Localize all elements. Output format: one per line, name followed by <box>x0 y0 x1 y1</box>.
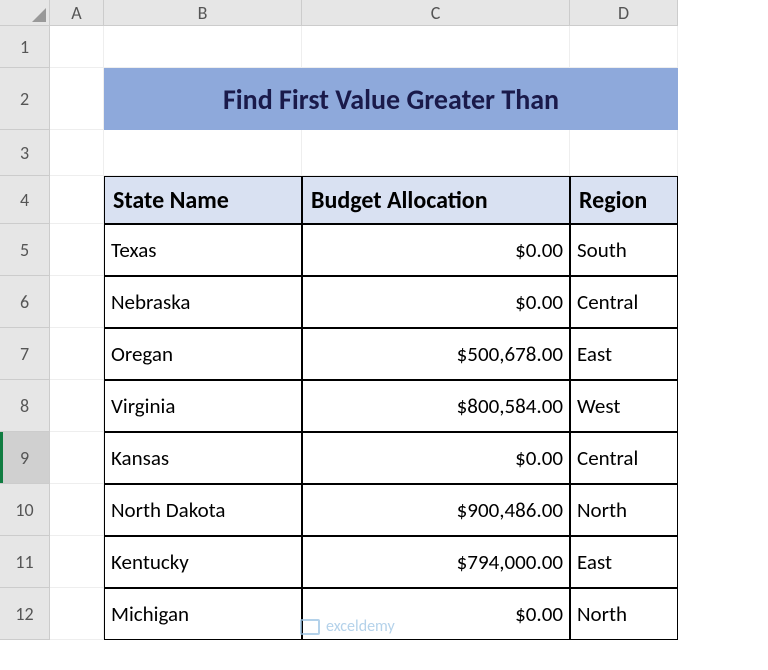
cell-a11[interactable] <box>50 536 104 588</box>
cell-d1[interactable] <box>570 26 678 68</box>
col-header-b[interactable]: B <box>104 0 302 26</box>
cell-budget-3[interactable]: $800,584.00 <box>302 380 570 432</box>
cell-region-6[interactable]: East <box>570 536 678 588</box>
cell-state-6[interactable]: Kentucky <box>104 536 302 588</box>
col-header-a[interactable]: A <box>50 0 104 26</box>
row-header-2[interactable]: 2 <box>0 68 50 130</box>
cell-region-1[interactable]: Central <box>570 276 678 328</box>
cell-region-4[interactable]: Central <box>570 432 678 484</box>
cell-c1[interactable] <box>302 26 570 68</box>
cell-a1[interactable] <box>50 26 104 68</box>
row-header-8[interactable]: 8 <box>0 380 50 432</box>
header-state[interactable]: State Name <box>104 176 302 224</box>
cell-budget-4[interactable]: $0.00 <box>302 432 570 484</box>
row-header-6[interactable]: 6 <box>0 276 50 328</box>
cell-region-7[interactable]: North <box>570 588 678 640</box>
col-header-d[interactable]: D <box>570 0 678 26</box>
cell-a5[interactable] <box>50 224 104 276</box>
watermark: exceldemy <box>300 617 395 636</box>
cell-a7[interactable] <box>50 328 104 380</box>
cell-a8[interactable] <box>50 380 104 432</box>
row-header-12[interactable]: 12 <box>0 588 50 640</box>
select-all-corner[interactable] <box>0 0 50 26</box>
cell-budget-2[interactable]: $500,678.00 <box>302 328 570 380</box>
cell-region-0[interactable]: South <box>570 224 678 276</box>
cell-a10[interactable] <box>50 484 104 536</box>
cell-a4[interactable] <box>50 176 104 224</box>
cell-state-7[interactable]: Michigan <box>104 588 302 640</box>
row-header-9[interactable]: 9 <box>0 432 50 484</box>
watermark-text: exceldemy <box>326 617 395 636</box>
row-header-5[interactable]: 5 <box>0 224 50 276</box>
row-header-10[interactable]: 10 <box>0 484 50 536</box>
row-header-3[interactable]: 3 <box>0 130 50 176</box>
col-header-c[interactable]: C <box>302 0 570 26</box>
cell-region-5[interactable]: North <box>570 484 678 536</box>
watermark-icon <box>300 619 320 635</box>
cell-budget-0[interactable]: $0.00 <box>302 224 570 276</box>
cell-a12[interactable] <box>50 588 104 640</box>
spreadsheet-grid: A B C D 1 2 Find First Value Greater Tha… <box>0 0 768 640</box>
cell-region-3[interactable]: West <box>570 380 678 432</box>
header-region[interactable]: Region <box>570 176 678 224</box>
cell-a2[interactable] <box>50 68 104 130</box>
cell-budget-1[interactable]: $0.00 <box>302 276 570 328</box>
title-merged-cell[interactable]: Find First Value Greater Than <box>104 68 678 130</box>
row-header-11[interactable]: 11 <box>0 536 50 588</box>
cell-c3[interactable] <box>302 130 570 176</box>
row-header-4[interactable]: 4 <box>0 176 50 224</box>
cell-state-2[interactable]: Oregan <box>104 328 302 380</box>
cell-state-5[interactable]: North Dakota <box>104 484 302 536</box>
row-header-7[interactable]: 7 <box>0 328 50 380</box>
cell-budget-6[interactable]: $794,000.00 <box>302 536 570 588</box>
cell-state-3[interactable]: Virginia <box>104 380 302 432</box>
cell-a6[interactable] <box>50 276 104 328</box>
cell-d3[interactable] <box>570 130 678 176</box>
cell-state-4[interactable]: Kansas <box>104 432 302 484</box>
cell-budget-5[interactable]: $900,486.00 <box>302 484 570 536</box>
header-budget[interactable]: Budget Allocation <box>302 176 570 224</box>
cell-region-2[interactable]: East <box>570 328 678 380</box>
cell-b3[interactable] <box>104 130 302 176</box>
cell-state-1[interactable]: Nebraska <box>104 276 302 328</box>
cell-state-0[interactable]: Texas <box>104 224 302 276</box>
cell-a9[interactable] <box>50 432 104 484</box>
cell-a3[interactable] <box>50 130 104 176</box>
cell-b1[interactable] <box>104 26 302 68</box>
row-header-1[interactable]: 1 <box>0 26 50 68</box>
